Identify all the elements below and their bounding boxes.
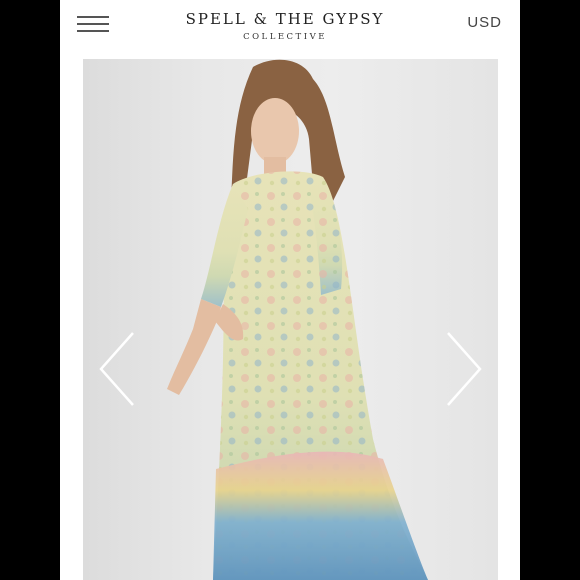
brand-logo[interactable]: SPELL & THE GYPSY COLLECTIVE	[150, 10, 420, 42]
currency-selector[interactable]: USD	[467, 14, 502, 31]
brand-name: SPELL & THE GYPSY	[185, 10, 385, 28]
hamburger-menu-icon[interactable]	[77, 14, 109, 34]
mobile-screen: SPELL & THE GYPSY COLLECTIVE USD	[60, 0, 520, 580]
chevron-right-icon[interactable]	[442, 329, 486, 409]
product-image	[83, 59, 498, 580]
chevron-left-icon[interactable]	[95, 329, 139, 409]
product-photo-illustration	[167, 59, 428, 580]
brand-subtitle: COLLECTIVE	[243, 32, 327, 42]
